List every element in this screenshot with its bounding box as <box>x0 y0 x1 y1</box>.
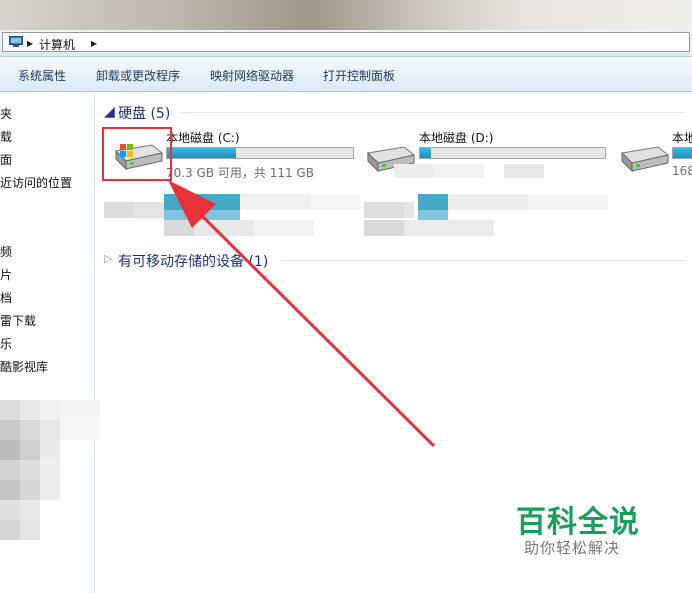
nav-item-documents[interactable]: 档 <box>0 289 12 306</box>
group-collapse-icon[interactable]: ◢ <box>104 104 115 120</box>
nav-item-music[interactable]: 乐 <box>0 335 12 352</box>
drive-partial-name: 本地 <box>672 131 692 145</box>
drive-c-name: 本地磁盘 (C:) <box>166 131 240 145</box>
computer-icon <box>9 36 23 47</box>
hard-disk-icon <box>620 146 670 173</box>
breadcrumb-computer[interactable]: 计算机 <box>39 36 75 53</box>
command-toolbar: 系统属性 卸载或更改程序 映射网络驱动器 打开控制面板 <box>0 57 692 92</box>
nav-item-desktop[interactable]: 面 <box>0 151 12 168</box>
system-properties-button[interactable]: 系统属性 <box>18 67 66 84</box>
drive-d-name: 本地磁盘 (D:) <box>419 131 494 145</box>
breadcrumb-separator-icon[interactable]: ▸ <box>27 36 33 50</box>
drive-d-usage-fill <box>420 148 432 158</box>
window-title-bar <box>0 0 692 30</box>
nav-item-thunder-downloads[interactable]: 雷下载 <box>0 312 36 329</box>
blurred-region <box>0 400 100 550</box>
nav-item-favorites[interactable]: 夹 <box>0 105 12 122</box>
nav-item-downloads[interactable]: 载 <box>0 128 12 145</box>
nav-item-recent-places[interactable]: 近访问的位置 <box>0 174 72 191</box>
open-control-panel-button[interactable]: 打开控制面板 <box>323 67 395 84</box>
address-bar[interactable]: ▸ 计算机 ▸ <box>2 32 690 52</box>
watermark-subtitle: 助你轻松解决 <box>524 539 621 557</box>
drive-partial-usage-fill <box>673 148 692 158</box>
watermark-logo: 百科全说 助你轻松解决 <box>494 485 668 567</box>
map-network-drive-button[interactable]: 映射网络驱动器 <box>210 67 294 84</box>
drive-partial-usage-bar <box>672 147 692 159</box>
nav-item-videos[interactable]: 频 <box>0 243 12 260</box>
group-divider <box>180 112 685 113</box>
address-bar-row: ▸ 计算机 ▸ <box>0 30 692 57</box>
pointer-arrow-icon <box>168 180 436 448</box>
drive-d-usage-bar <box>419 147 606 159</box>
uninstall-program-button[interactable]: 卸载或更改程序 <box>96 67 180 84</box>
nav-item-video-library[interactable]: 酷影视库 <box>0 358 48 375</box>
drive-partial[interactable]: 本地 168 <box>618 129 692 179</box>
drive-partial-free-space: 168 <box>672 164 692 178</box>
watermark-title: 百科全说 <box>516 505 640 540</box>
group-header-hard-disks[interactable]: 硬盘 (5) <box>118 103 170 123</box>
navigation-pane: 夹 载 面 近访问的位置 频 片 档 雷下载 乐 酷影视库 <box>0 92 100 593</box>
nav-item-pictures[interactable]: 片 <box>0 266 12 283</box>
drive-c-usage-bar <box>166 147 354 159</box>
drive-c-usage-fill <box>167 148 236 158</box>
mosaic-icon <box>0 400 100 540</box>
group-expand-icon[interactable]: ▷ <box>104 252 112 265</box>
breadcrumb-separator-icon[interactable]: ▸ <box>91 36 97 50</box>
